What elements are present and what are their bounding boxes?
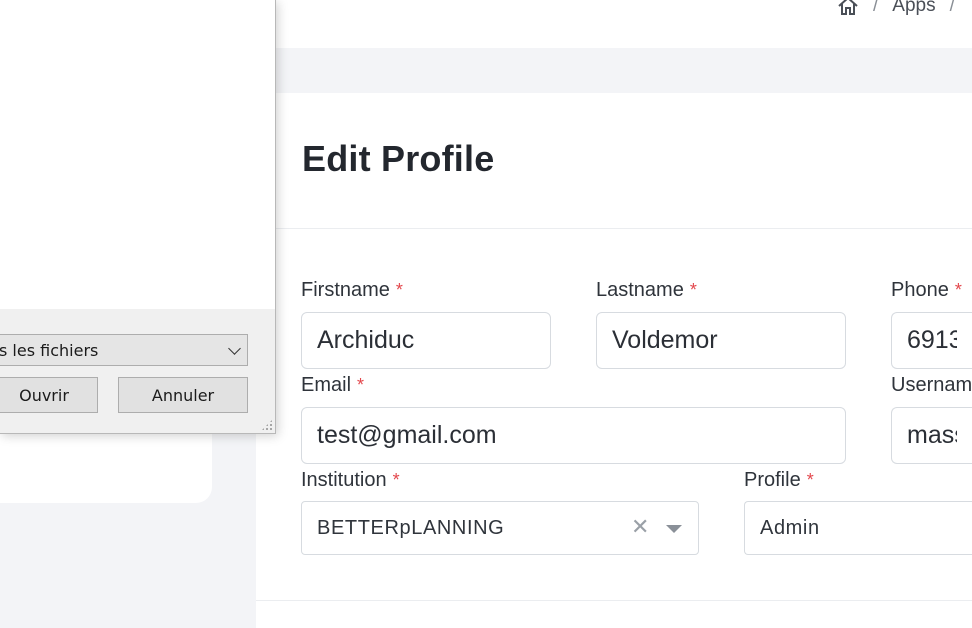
- divider: [256, 600, 972, 601]
- home-icon[interactable]: [837, 0, 859, 16]
- username-label: Usernam: [891, 374, 972, 397]
- close-icon[interactable]: ✕: [631, 516, 650, 538]
- caret-down-icon[interactable]: [666, 525, 682, 533]
- institution-label-text: Institution: [301, 469, 387, 491]
- resize-grip-icon[interactable]: [261, 419, 273, 431]
- profile-value: Admin: [760, 516, 820, 539]
- profile-label: Profile *: [744, 469, 814, 492]
- phone-label: Phone *: [891, 279, 962, 302]
- phone-input[interactable]: [891, 312, 972, 369]
- institution-select[interactable]: BETTERpLANNING ✕: [301, 501, 699, 555]
- required-mark: *: [954, 280, 962, 300]
- divider: [276, 228, 972, 229]
- breadcrumb-separator: /: [949, 0, 955, 16]
- profile-select[interactable]: Admin: [744, 501, 972, 555]
- cancel-button[interactable]: Annuler: [118, 377, 248, 413]
- required-mark: *: [689, 280, 697, 300]
- breadcrumb-separator: /: [873, 0, 879, 16]
- required-mark: *: [392, 470, 400, 490]
- file-type-dropdown[interactable]: s les fichiers: [0, 334, 248, 366]
- file-type-value: s les fichiers: [0, 340, 99, 360]
- firstname-label-text: Firstname: [301, 279, 390, 301]
- firstname-input[interactable]: [301, 312, 551, 369]
- phone-label-text: Phone: [891, 279, 949, 301]
- institution-value: BETTERpLANNING: [317, 516, 505, 539]
- required-mark: *: [806, 470, 814, 490]
- username-label-text: Usernam: [891, 374, 972, 396]
- open-button[interactable]: Ouvrir: [0, 377, 98, 413]
- file-open-dialog: s les fichiers Ouvrir Annuler: [0, 0, 276, 434]
- breadcrumb: / Apps /: [837, 0, 955, 18]
- profile-label-text: Profile: [744, 469, 801, 491]
- required-mark: *: [395, 280, 403, 300]
- required-mark: *: [357, 375, 365, 395]
- firstname-label: Firstname *: [301, 279, 403, 302]
- lastname-label-text: Lastname: [596, 279, 684, 301]
- institution-label: Institution *: [301, 469, 400, 492]
- username-input[interactable]: [891, 407, 972, 464]
- email-input[interactable]: [301, 407, 846, 464]
- email-label-text: Email: [301, 374, 352, 396]
- email-label: Email *: [301, 374, 364, 397]
- chevron-down-icon: [228, 342, 241, 355]
- lastname-label: Lastname *: [596, 279, 697, 302]
- lastname-input[interactable]: [596, 312, 846, 369]
- breadcrumb-item-apps[interactable]: Apps: [892, 0, 935, 17]
- page-title: Edit Profile: [302, 138, 495, 179]
- dialog-footer: s les fichiers Ouvrir Annuler: [0, 309, 275, 433]
